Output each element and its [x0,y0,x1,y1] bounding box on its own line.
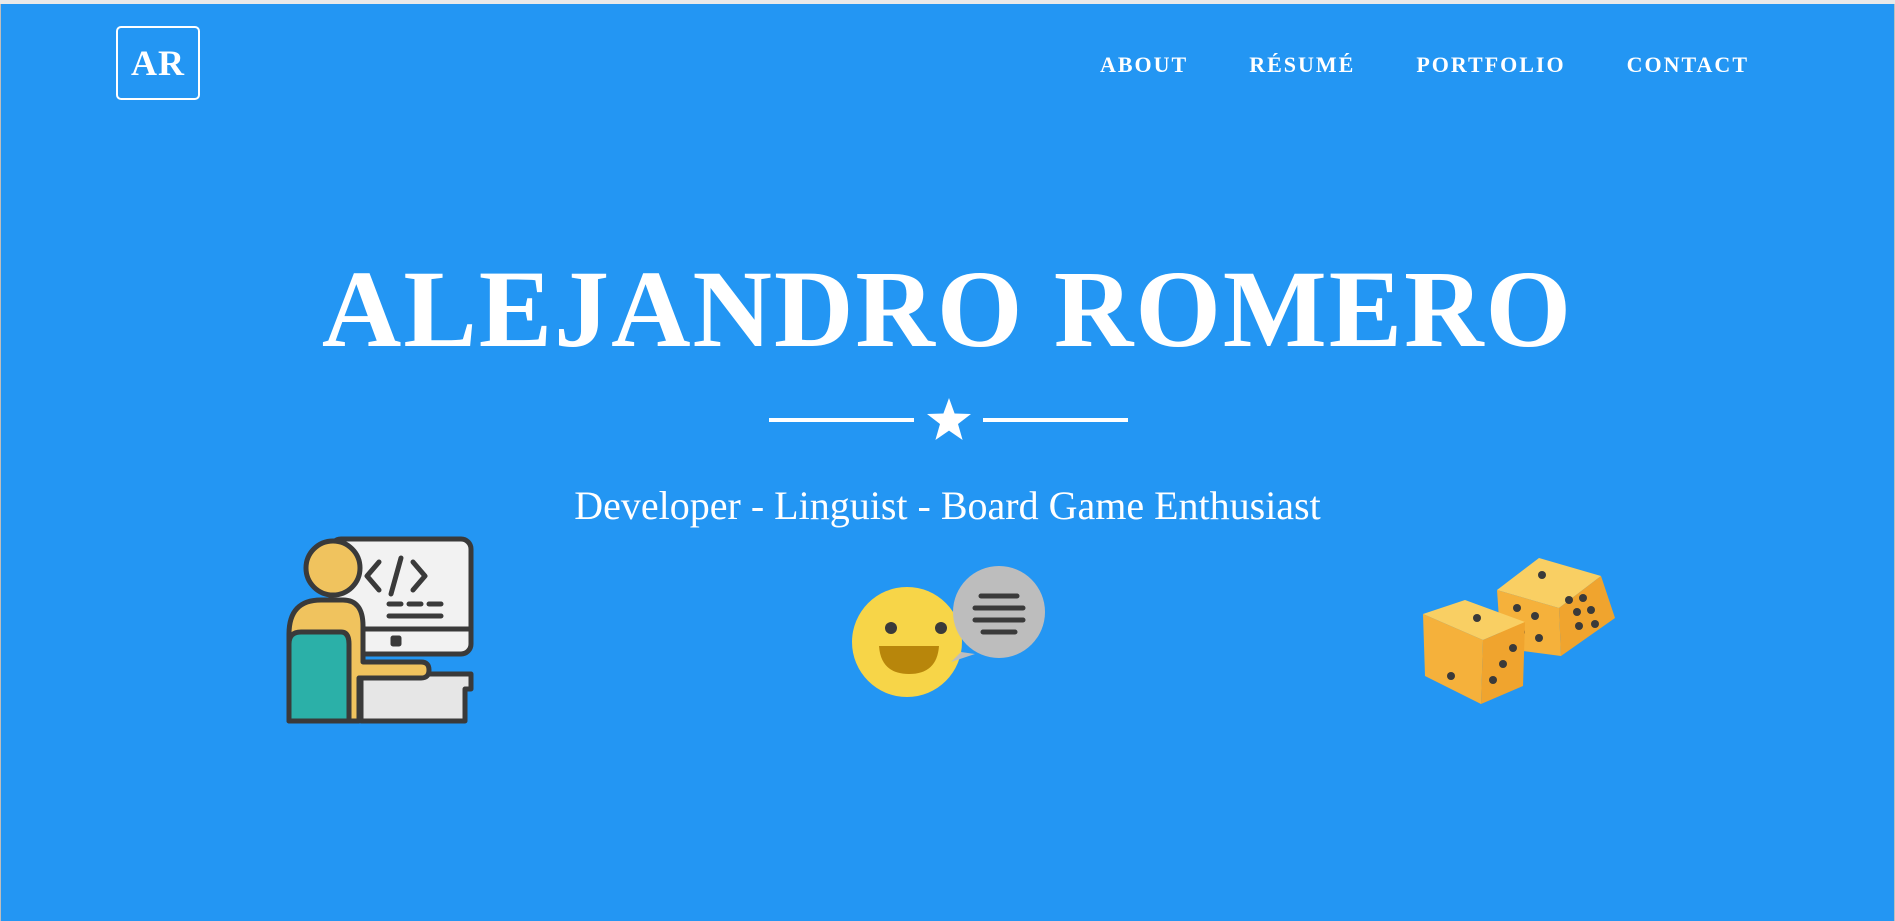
logo-button[interactable]: AR [116,26,200,100]
developer-at-computer-icon [286,536,474,724]
smiley-speech-bubble-icon [852,566,1045,697]
hero-page: AR ABOUT RÉSUMÉ PORTFOLIO CONTACT ALEJAN… [0,4,1895,921]
divider-line-right [983,418,1128,422]
dice-icon [1423,558,1615,704]
nav-link-portfolio[interactable]: PORTFOLIO [1416,52,1565,78]
nav-link-resume[interactable]: RÉSUMÉ [1249,52,1355,78]
hero-title: ALEJANDRO ROMERO [321,248,1574,370]
main-nav: ABOUT RÉSUMÉ PORTFOLIO CONTACT [1100,52,1749,78]
star-divider [769,396,1129,444]
star-icon [927,398,971,440]
nav-link-contact[interactable]: CONTACT [1627,52,1749,78]
nav-link-about[interactable]: ABOUT [1100,52,1188,78]
logo-text: AR [131,43,185,83]
hero-tagline: Developer - Linguist - Board Game Enthus… [574,483,1321,528]
divider-line-left [769,418,914,422]
